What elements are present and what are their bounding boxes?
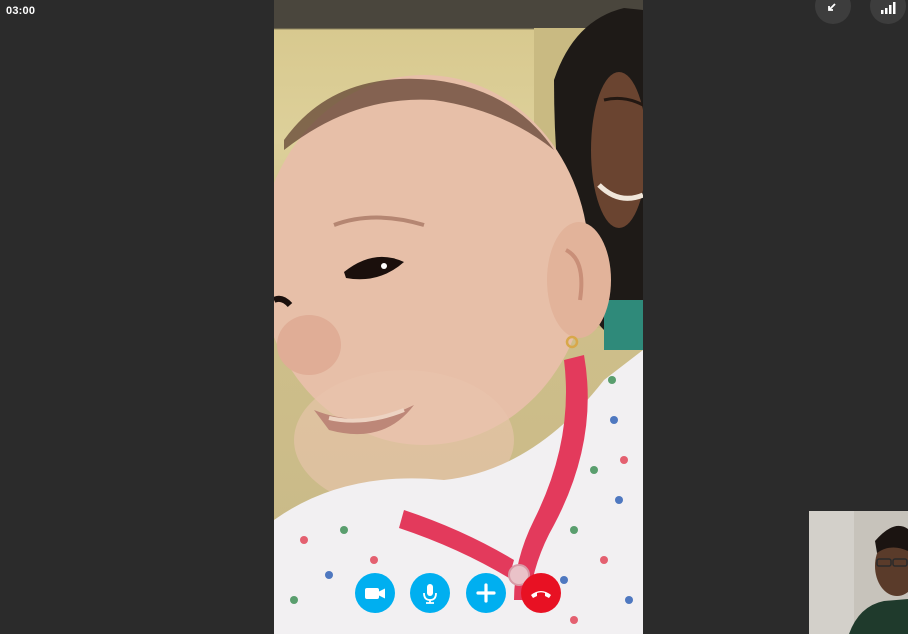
video-camera-icon <box>365 588 385 599</box>
self-view-preview <box>809 511 908 634</box>
microphone-icon <box>423 584 437 604</box>
self-view-image <box>809 511 908 634</box>
add-participant-button[interactable] <box>466 573 506 613</box>
signal-strength-icon <box>881 2 896 14</box>
minimize-icon <box>828 3 836 11</box>
remote-video-image <box>274 0 643 634</box>
end-call-button[interactable] <box>521 573 561 613</box>
call-quality-button[interactable] <box>870 0 906 24</box>
minimize-button[interactable] <box>815 0 851 24</box>
end-call-icon <box>531 591 551 598</box>
call-timer: 03:00 <box>6 5 36 17</box>
mute-button[interactable] <box>410 573 450 613</box>
call-controls <box>355 573 561 613</box>
add-icon <box>476 583 496 603</box>
video-toggle-button[interactable] <box>355 573 395 613</box>
remote-video-feed <box>274 0 643 634</box>
